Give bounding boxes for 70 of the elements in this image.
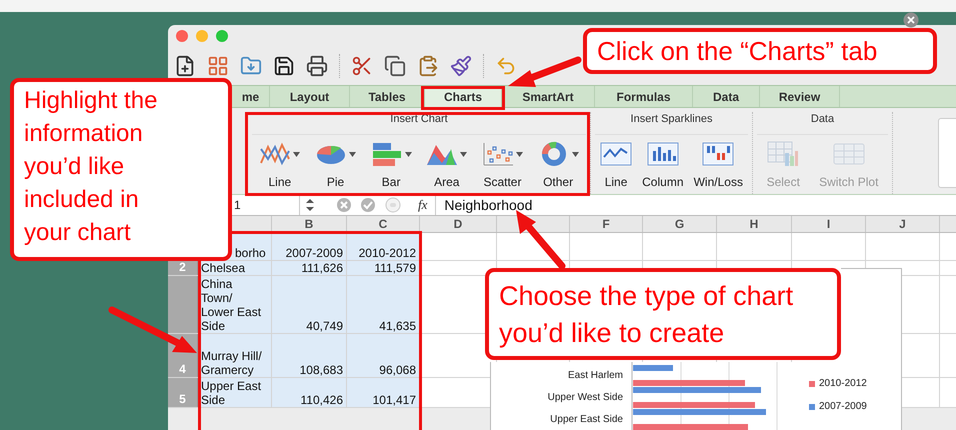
table-cell: 110,426: [272, 378, 347, 407]
table-cell: Upper East Side: [198, 378, 272, 407]
table-cell: China Town/ Lower East Side: [198, 276, 272, 333]
category-label: East Harlem: [568, 368, 623, 382]
chart-type-button[interactable]: Win/Loss: [692, 141, 745, 191]
table-cell: 111,579: [347, 261, 420, 275]
new-document-icon[interactable]: [174, 55, 196, 77]
legend-label: 2007-2009: [819, 400, 867, 414]
callout-text: Highlight the information you’d like included in your chart: [10, 78, 232, 261]
line-chart-icon: [259, 141, 292, 167]
undo-icon[interactable]: [495, 55, 517, 77]
category-label: Upper West Side: [548, 390, 623, 404]
close-window-icon[interactable]: [176, 30, 188, 42]
confirm-icon[interactable]: [360, 197, 376, 213]
callout-text: Click on the “Charts” tab: [583, 28, 937, 74]
close-icon[interactable]: [903, 12, 919, 28]
chart-type-button[interactable]: Other: [536, 141, 581, 191]
sheet-column-letter[interactable]: B: [304, 217, 314, 231]
paintbrush-icon[interactable]: [450, 55, 472, 77]
save-icon[interactable]: [273, 55, 295, 77]
table-cell: 40,749: [272, 276, 347, 333]
chart-type-button[interactable]: Pie: [312, 141, 358, 191]
table-cell: 101,417: [347, 378, 420, 407]
column-sparkline-icon: [646, 141, 679, 167]
sheet-column-letter[interactable]: D: [454, 217, 462, 231]
bar-chart-icon: [370, 141, 403, 167]
table-cell: 111,626: [272, 261, 347, 275]
sheet-column-letter[interactable]: J: [899, 217, 906, 231]
zoom-window-icon[interactable]: [216, 30, 228, 42]
chart-type-button[interactable]: Scatter: [480, 141, 525, 191]
folder-icon[interactable]: [240, 55, 262, 77]
stepper-icon[interactable]: [306, 199, 314, 211]
cancel-icon[interactable]: [336, 197, 352, 213]
category-label: Upper East Side: [550, 412, 623, 426]
sheet-column-letter[interactable]: H: [750, 217, 758, 231]
win-loss-sparkline-icon: [702, 141, 734, 167]
table-cell: 96,068: [347, 334, 420, 377]
bar-chart[interactable]: East Harlem Upper West Side Upper East Side 2010-2012 2007-2009: [490, 362, 902, 430]
chart-type-button[interactable]: Bar: [368, 141, 414, 191]
table-cell: Murray Hill/ Gramercy: [198, 334, 272, 377]
sheet-column-letter[interactable]: C: [378, 217, 388, 231]
sheet-column-letter[interactable]: F: [602, 217, 610, 231]
gallery-icon[interactable]: [207, 55, 229, 77]
ribbon-group-title: Data: [810, 112, 834, 126]
table-cell: 2010-2012: [347, 233, 420, 260]
chart-type-button[interactable]: Line: [598, 141, 634, 191]
table-cell: Chelsea: [198, 261, 272, 275]
clipboard-icon[interactable]: [417, 55, 439, 77]
table-cell: 2007-2009: [272, 233, 347, 260]
copy-icon[interactable]: [384, 55, 406, 77]
function-wizard-icon[interactable]: [384, 197, 402, 213]
callout-text: Choose the type of chart you’d like to create: [485, 268, 841, 360]
sheet-column-letter[interactable]: I: [826, 217, 830, 231]
chart-type-button[interactable]: Column: [640, 141, 686, 191]
ribbon-group-title: Insert Sparklines: [630, 112, 712, 126]
scissors-icon[interactable]: [351, 55, 373, 77]
scatter-chart-icon: [482, 141, 514, 167]
legend-label: 2010-2012: [819, 377, 867, 391]
chart-layout-thumbnail[interactable]: [938, 118, 956, 188]
grid-icon: [832, 141, 865, 167]
table-cell: 108,683: [272, 334, 347, 377]
printer-icon[interactable]: [306, 55, 328, 77]
chart-type-button[interactable]: Line: [257, 141, 302, 191]
grid-with-bars-icon: [767, 141, 800, 167]
fx-label: fx: [418, 196, 428, 214]
table-cell: 41,635: [347, 276, 420, 333]
sheet-column-letter[interactable]: G: [674, 217, 684, 231]
chart-type-button[interactable]: Area: [424, 141, 470, 191]
sparkline-icon: [600, 141, 632, 167]
ribbon-group-title: Insert Chart: [390, 112, 448, 126]
